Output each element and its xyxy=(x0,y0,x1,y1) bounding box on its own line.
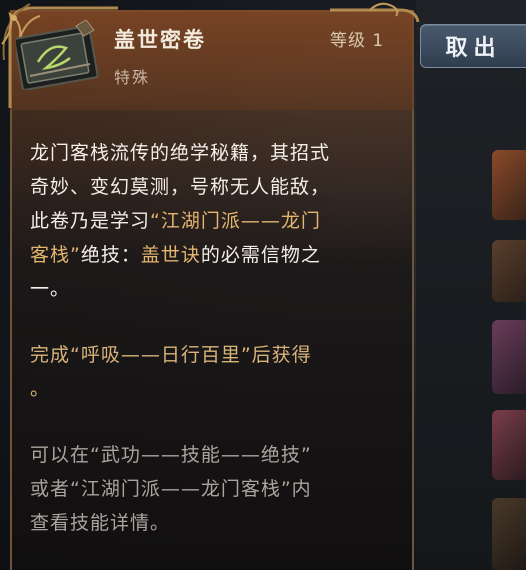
description-line: 龙门客栈流传的绝学秘籍，其招式 xyxy=(30,142,331,164)
background-inventory-panel xyxy=(416,0,526,570)
inventory-slot xyxy=(492,320,526,394)
description-line: 此卷乃是学习“江湖门派——龙门 xyxy=(30,204,400,238)
scroll-book-icon xyxy=(16,19,99,90)
description-text: 绝技： xyxy=(80,244,141,266)
obtain-condition: 完成“呼吸——日行百里”后获得 。 xyxy=(30,338,400,406)
obtain-line: 完成“呼吸——日行百里”后获得 xyxy=(30,344,312,366)
view-hint: 可以在“武功——技能——绝技” 或者“江湖门派——龙门客栈”内 查看技能详情。 xyxy=(30,438,400,540)
description-text: 的必需信物之 xyxy=(200,244,321,266)
sect-name-highlight: 客栈” xyxy=(30,244,81,266)
description-line: 奇妙、变幻莫测，号称无人能敌， xyxy=(30,176,331,198)
item-type: 特殊 xyxy=(114,68,151,87)
hint-line: 查看技能详情。 xyxy=(30,512,171,534)
item-description: 龙门客栈流传的绝学秘籍，其招式 奇妙、变幻莫测，号称无人能敌， 此卷乃是学习“江… xyxy=(30,136,400,306)
sect-name-highlight: “江湖门派——龙门 xyxy=(150,210,321,232)
inventory-slot xyxy=(492,240,526,302)
frame-ornament-icon xyxy=(330,2,420,22)
skill-name-highlight: 盖世诀 xyxy=(140,244,201,266)
item-name: 盖世密卷 xyxy=(114,27,206,52)
take-out-button[interactable]: 取出 xyxy=(420,24,526,68)
game-screen: 取出 盖世密卷 等级 1 特殊 龙门客栈流传的绝学秘籍，其招式 奇妙、变幻莫测，… xyxy=(0,0,526,570)
inventory-slot xyxy=(492,410,526,480)
obtain-line: 。 xyxy=(30,378,51,400)
inventory-slot xyxy=(492,150,526,220)
description-line: 客栈”绝技：盖世诀的必需信物之 xyxy=(30,238,400,272)
description-text: 此卷乃是学习 xyxy=(30,210,151,232)
inventory-slot xyxy=(492,498,526,570)
item-tooltip: 盖世密卷 等级 1 特殊 龙门客栈流传的绝学秘籍，其招式 奇妙、变幻莫测，号称无… xyxy=(0,0,420,570)
hint-line: 或者“江湖门派——龙门客栈”内 xyxy=(30,478,312,500)
description-line: 一。 xyxy=(30,278,71,300)
hint-line: 可以在“武功——技能——绝技” xyxy=(30,444,312,466)
item-level: 等级 1 xyxy=(330,31,385,51)
